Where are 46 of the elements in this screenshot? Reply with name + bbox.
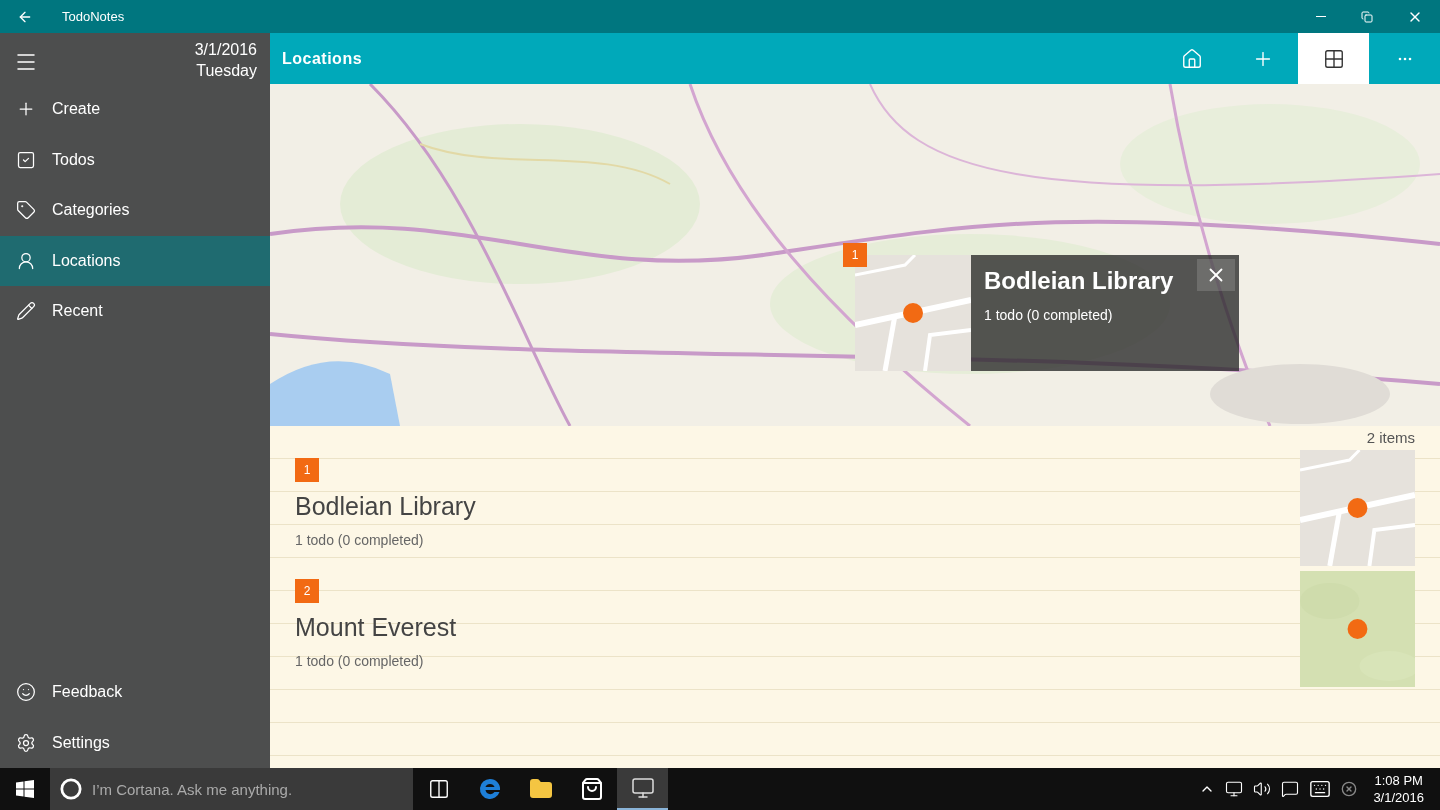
keyboard-icon[interactable] — [1309, 778, 1332, 800]
task-view-icon — [427, 778, 450, 800]
smiley-icon — [16, 682, 36, 703]
nav-item[interactable]: Settings — [0, 717, 270, 768]
location-title: Bodleian Library — [295, 491, 476, 522]
item-count: 2 items — [1366, 427, 1415, 448]
error-icon[interactable] — [1341, 781, 1358, 797]
notifications-icon[interactable] — [1281, 780, 1300, 798]
nav-item[interactable]: Locations — [0, 235, 270, 286]
date-text: 3/1/2016 — [194, 40, 257, 60]
number-badge: 1 — [295, 458, 319, 482]
windows-logo-icon — [16, 780, 34, 798]
nav-item[interactable]: Todos — [0, 134, 270, 185]
weekday-text: Tuesday — [196, 61, 257, 81]
nav-item[interactable]: Categories — [0, 185, 270, 236]
location-title: Mount Everest — [295, 612, 457, 643]
store-icon — [579, 777, 604, 801]
browser-icon — [477, 777, 502, 801]
checkbox-icon — [16, 149, 36, 170]
search-field[interactable]: I’m Cortana. Ask me anything. — [50, 768, 413, 810]
volume-icon[interactable] — [1253, 780, 1272, 798]
page-title: Locations — [281, 48, 363, 69]
person-icon — [16, 250, 36, 271]
pencil-icon — [16, 301, 36, 322]
folder-icon — [528, 777, 553, 801]
nav-item[interactable]: Create — [0, 84, 270, 135]
location-item[interactable]: 2 Mount Everest 1 todo (0 completed) — [295, 571, 1415, 692]
location-summary: 1 todo (0 completed) — [295, 530, 424, 550]
window-title: TodoNotes — [62, 7, 125, 26]
grid-icon — [1322, 47, 1345, 70]
more-icon — [1397, 56, 1412, 61]
restore-icon — [1361, 10, 1373, 23]
clock-date: 3/1/2016 — [1373, 789, 1424, 806]
nav-item[interactable]: Recent — [0, 286, 270, 337]
nav-item[interactable]: Feedback — [0, 667, 270, 718]
minimize-icon — [1316, 16, 1326, 17]
toolbar-button[interactable] — [1298, 33, 1369, 84]
clock-time: 1:08 PM — [1374, 772, 1423, 789]
number-badge: 2 — [295, 579, 319, 603]
settings-icon — [16, 732, 36, 753]
cortana-icon — [60, 778, 82, 800]
location-item[interactable]: 1 Bodleian Library 1 todo (0 completed) — [295, 450, 1415, 571]
app-icon — [630, 776, 655, 800]
tag-icon — [16, 200, 36, 221]
home-icon — [1180, 47, 1203, 70]
location-summary: 1 todo (0 completed) — [295, 651, 424, 671]
